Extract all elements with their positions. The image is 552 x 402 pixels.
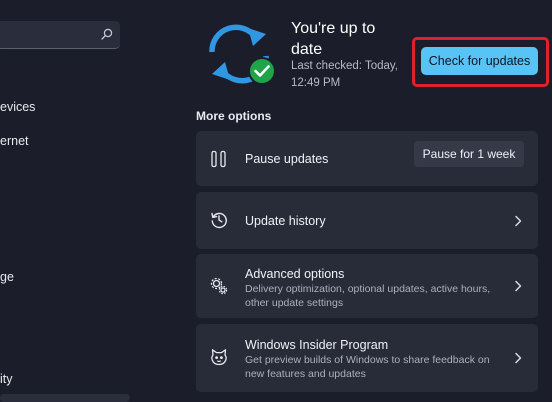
sidebar-item-privacy-security[interactable]: ity: [0, 372, 13, 386]
advanced-options-description: Delivery optimization, optional updates,…: [245, 283, 491, 309]
pause-updates-title: Pause updates: [245, 152, 329, 166]
advanced-options-title: Advanced options: [245, 267, 345, 281]
sidebar-item-windows-update[interactable]: [0, 394, 130, 402]
pause-icon: [211, 150, 226, 168]
windows-insider-description: Get preview builds of Windows to share f…: [245, 354, 490, 380]
sidebar: evices ernet ge ity: [0, 0, 185, 402]
chevron-right-icon: [515, 352, 522, 364]
sidebar-item-network-internet[interactable]: ernet: [0, 134, 29, 148]
pause-updates-card: Pause updates Pause for 1 week: [196, 131, 538, 186]
advanced-options-card[interactable]: Advanced options Delivery optimization, …: [196, 254, 538, 318]
history-icon: [211, 212, 227, 229]
sync-icon: [209, 24, 276, 85]
sidebar-item-label: evices: [0, 100, 36, 114]
windows-insider-title: Windows Insider Program: [245, 338, 389, 352]
chevron-right-icon: [515, 215, 522, 227]
search-icon[interactable]: [101, 28, 113, 40]
checkmark-icon: [248, 57, 276, 85]
update-status-title: You're up to date: [291, 20, 376, 58]
update-history-title: Update history: [245, 214, 326, 228]
search-box[interactable]: [0, 21, 120, 49]
check-for-updates-button[interactable]: Check for updates: [421, 47, 538, 75]
windows-insider-card[interactable]: Windows Insider Program Get preview buil…: [196, 324, 538, 392]
sidebar-item-devices[interactable]: evices: [0, 100, 35, 114]
update-history-card[interactable]: Update history: [196, 192, 538, 249]
search-input[interactable]: [4, 21, 98, 49]
chevron-right-icon: [515, 280, 522, 292]
sidebar-item-label: ernet: [0, 134, 29, 148]
sidebar-item-label: ity: [0, 372, 13, 386]
sidebar-item-language[interactable]: ge: [0, 270, 14, 284]
gears-icon: [210, 277, 228, 295]
insider-cat-icon: [211, 349, 227, 366]
more-options-heading: More options: [196, 109, 272, 123]
sidebar-item-label: ge: [0, 270, 14, 284]
pause-for-1-week-button[interactable]: Pause for 1 week: [414, 141, 524, 167]
last-checked-text: Last checked: Today, 12:49 PM: [291, 60, 398, 89]
